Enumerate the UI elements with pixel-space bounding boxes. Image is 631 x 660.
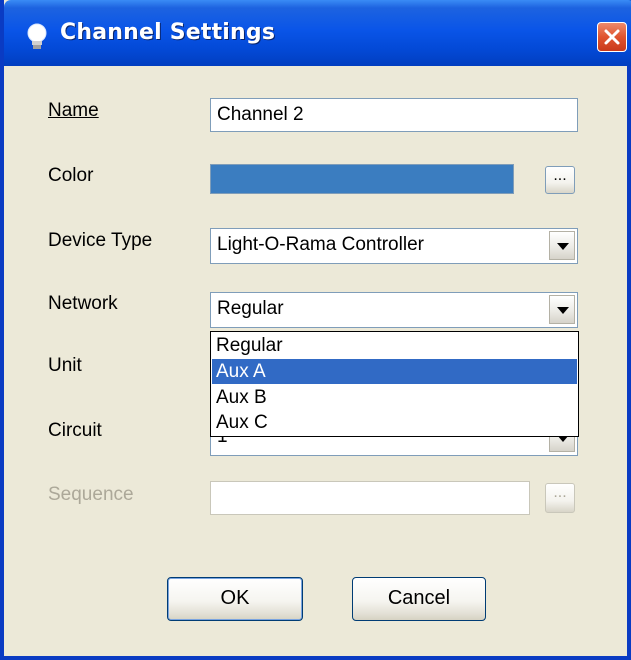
name-label: Name bbox=[48, 100, 99, 122]
close-button[interactable] bbox=[597, 22, 627, 52]
lightbulb-icon bbox=[24, 22, 50, 52]
color-label: Color bbox=[48, 165, 94, 186]
ok-button[interactable]: OK bbox=[167, 577, 303, 621]
channel-settings-dialog: Channel Settings Name Channel 2 Color ..… bbox=[0, 0, 631, 660]
network-select[interactable]: Regular bbox=[210, 292, 578, 328]
title-bar[interactable]: Channel Settings bbox=[4, 0, 631, 66]
network-option-aux-a[interactable]: Aux A bbox=[212, 359, 577, 384]
dialog-title: Channel Settings bbox=[60, 20, 276, 45]
network-option-regular[interactable]: Regular bbox=[212, 333, 577, 358]
sequence-browse-button[interactable]: ... bbox=[545, 483, 575, 513]
network-label: Network bbox=[48, 293, 118, 314]
color-swatch[interactable] bbox=[210, 164, 514, 194]
chevron-down-icon bbox=[557, 307, 569, 314]
device-type-label: Device Type bbox=[48, 230, 153, 251]
cancel-button[interactable]: Cancel bbox=[352, 577, 486, 621]
network-option-aux-c[interactable]: Aux C bbox=[212, 410, 577, 435]
device-type-dropdown-button[interactable] bbox=[549, 231, 575, 260]
name-label-text: Name bbox=[48, 100, 99, 121]
sequence-label: Sequence bbox=[48, 484, 134, 505]
close-icon bbox=[604, 29, 620, 45]
name-field[interactable]: Channel 2 bbox=[210, 98, 578, 132]
network-dropdown-list: Regular Aux A Aux B Aux C bbox=[210, 331, 579, 437]
unit-label: Unit bbox=[48, 355, 82, 376]
device-type-select[interactable]: Light-O-Rama Controller bbox=[210, 228, 578, 264]
device-type-value: Light-O-Rama Controller bbox=[217, 234, 424, 255]
network-option-aux-b[interactable]: Aux B bbox=[212, 385, 577, 410]
color-browse-button[interactable]: ... bbox=[545, 166, 575, 194]
network-dropdown-button[interactable] bbox=[549, 295, 575, 324]
circuit-label: Circuit bbox=[48, 420, 102, 441]
sequence-field[interactable] bbox=[210, 481, 530, 515]
chevron-down-icon bbox=[557, 243, 569, 250]
network-value: Regular bbox=[217, 298, 284, 319]
